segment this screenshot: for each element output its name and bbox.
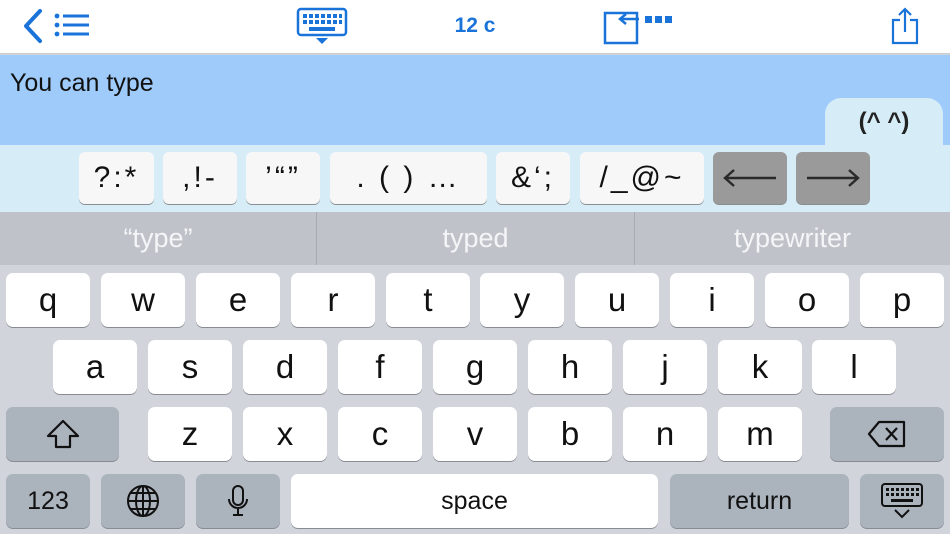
symbol-key-ampersand-quote-semicolon[interactable]: &‘; <box>496 152 570 204</box>
text-editor[interactable]: You can type <box>0 55 950 145</box>
return-key[interactable]: return <box>670 474 849 528</box>
cursor-left-key[interactable] <box>713 152 787 204</box>
insert-button[interactable] <box>603 6 677 46</box>
key-j[interactable]: j <box>623 340 707 394</box>
key-n[interactable]: n <box>623 407 707 461</box>
suggestion-3[interactable]: typewriter <box>635 212 950 265</box>
dismiss-keyboard-key[interactable] <box>860 474 944 528</box>
key-e[interactable]: e <box>196 273 280 327</box>
globe-key[interactable] <box>101 474 185 528</box>
key-s[interactable]: s <box>148 340 232 394</box>
cursor-right-key[interactable] <box>796 152 870 204</box>
numbers-key[interactable]: 123 <box>6 474 90 528</box>
back-button[interactable] <box>16 6 50 46</box>
share-icon <box>891 7 919 45</box>
symbol-key-question-colon-asterisk[interactable]: ?:* <box>79 152 154 204</box>
suggestion-2[interactable]: typed <box>317 212 634 265</box>
key-g[interactable]: g <box>433 340 517 394</box>
symbol-key-slash-underscore-at-tilde[interactable]: /_@~ <box>580 152 704 204</box>
key-d[interactable]: d <box>243 340 327 394</box>
shift-icon <box>46 419 79 449</box>
key-q[interactable]: q <box>6 273 90 327</box>
key-p[interactable]: p <box>860 273 944 327</box>
keyboard: q w e r t y u i o p a s d f g h j k l z … <box>0 265 950 534</box>
symbol-row: ?:* ,!- ’“” . ( ) … &‘; /_@~ <box>0 145 950 212</box>
list-icon <box>54 13 89 37</box>
key-u[interactable]: u <box>575 273 659 327</box>
key-i[interactable]: i <box>670 273 754 327</box>
space-key[interactable]: space <box>291 474 658 528</box>
key-f[interactable]: f <box>338 340 422 394</box>
key-c[interactable]: c <box>338 407 422 461</box>
arrow-right-icon <box>807 169 860 187</box>
keyboard-dismiss-icon <box>881 483 923 519</box>
suggestion-bar: “type” typed typewriter <box>0 212 950 265</box>
globe-icon <box>127 485 159 517</box>
insert-arrow-icon <box>603 11 672 45</box>
hide-keyboard-button[interactable] <box>296 6 348 46</box>
top-toolbar: 12 c <box>0 0 950 54</box>
key-m[interactable]: m <box>718 407 802 461</box>
key-o[interactable]: o <box>765 273 849 327</box>
backspace-icon <box>867 420 906 448</box>
list-button[interactable] <box>52 10 92 40</box>
editor-text: You can type <box>10 69 154 97</box>
key-a[interactable]: a <box>53 340 137 394</box>
key-t[interactable]: t <box>386 273 470 327</box>
key-k[interactable]: k <box>718 340 802 394</box>
key-z[interactable]: z <box>148 407 232 461</box>
key-y[interactable]: y <box>480 273 564 327</box>
arrow-left-icon <box>723 169 776 187</box>
key-w[interactable]: w <box>101 273 185 327</box>
microphone-icon <box>228 485 248 516</box>
chevron-left-icon <box>24 9 42 43</box>
symbol-key-quotes[interactable]: ’“” <box>246 152 320 204</box>
symbol-key-period-parens-ellipsis[interactable]: . ( ) … <box>330 152 487 204</box>
keyboard-dismiss-icon <box>296 7 348 44</box>
suggestion-1[interactable]: “type” <box>0 212 316 265</box>
key-l[interactable]: l <box>812 340 896 394</box>
key-x[interactable]: x <box>243 407 327 461</box>
key-h[interactable]: h <box>528 340 612 394</box>
share-button[interactable] <box>886 4 924 48</box>
symbol-key-comma-exclaim-dash[interactable]: ,!- <box>163 152 237 204</box>
character-count: 12 c <box>454 14 496 37</box>
key-b[interactable]: b <box>528 407 612 461</box>
key-r[interactable]: r <box>291 273 375 327</box>
key-v[interactable]: v <box>433 407 517 461</box>
dictation-key[interactable] <box>196 474 280 528</box>
backspace-key[interactable] <box>830 407 944 461</box>
shift-key[interactable] <box>6 407 119 461</box>
emoticon-tab[interactable]: (^ ^) <box>825 98 943 146</box>
